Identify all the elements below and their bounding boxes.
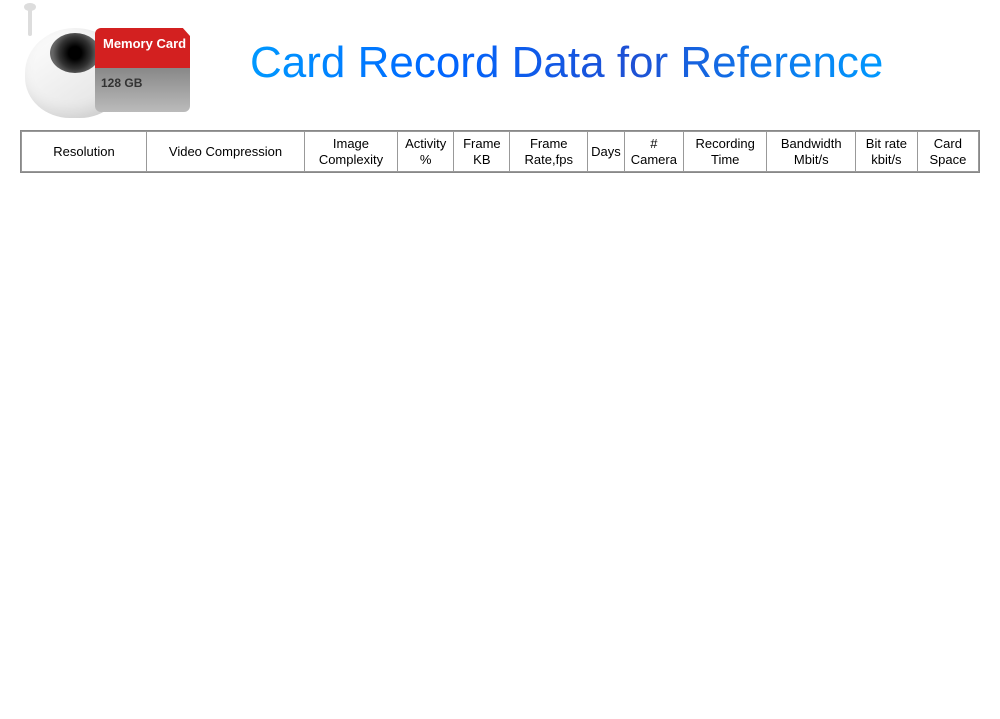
col-complexity: Image Complexity <box>305 132 398 172</box>
col-space: Card Space <box>917 132 978 172</box>
sd-card-label: Memory Card <box>103 36 186 51</box>
col-compression: Video Compression <box>147 132 305 172</box>
col-frame-kb: Frame KB <box>454 132 510 172</box>
camera-icon: Memory Card 128 GB <box>20 8 140 118</box>
sd-card-size: 128 GB <box>101 76 142 90</box>
col-cameras: # Camera <box>624 132 683 172</box>
col-bitrate: Bit rate kbit/s <box>856 132 918 172</box>
table-header: Resolution Video Compression Image Compl… <box>22 132 979 172</box>
col-rec-time: Recording Time <box>683 132 767 172</box>
col-days: Days <box>588 132 625 172</box>
sd-card-icon: Memory Card 128 GB <box>95 28 190 113</box>
col-bandwidth: Bandwidth Mbit/s <box>767 132 856 172</box>
col-activity: Activity % <box>397 132 453 172</box>
header: Memory Card 128 GB Card Record Data for … <box>20 5 980 120</box>
data-table: Resolution Video Compression Image Compl… <box>21 131 979 172</box>
data-table-container: Resolution Video Compression Image Compl… <box>20 130 980 173</box>
page-title: Card Record Data for Reference <box>250 38 883 88</box>
col-resolution: Resolution <box>22 132 147 172</box>
col-frame-rate: Frame Rate,fps <box>510 132 588 172</box>
